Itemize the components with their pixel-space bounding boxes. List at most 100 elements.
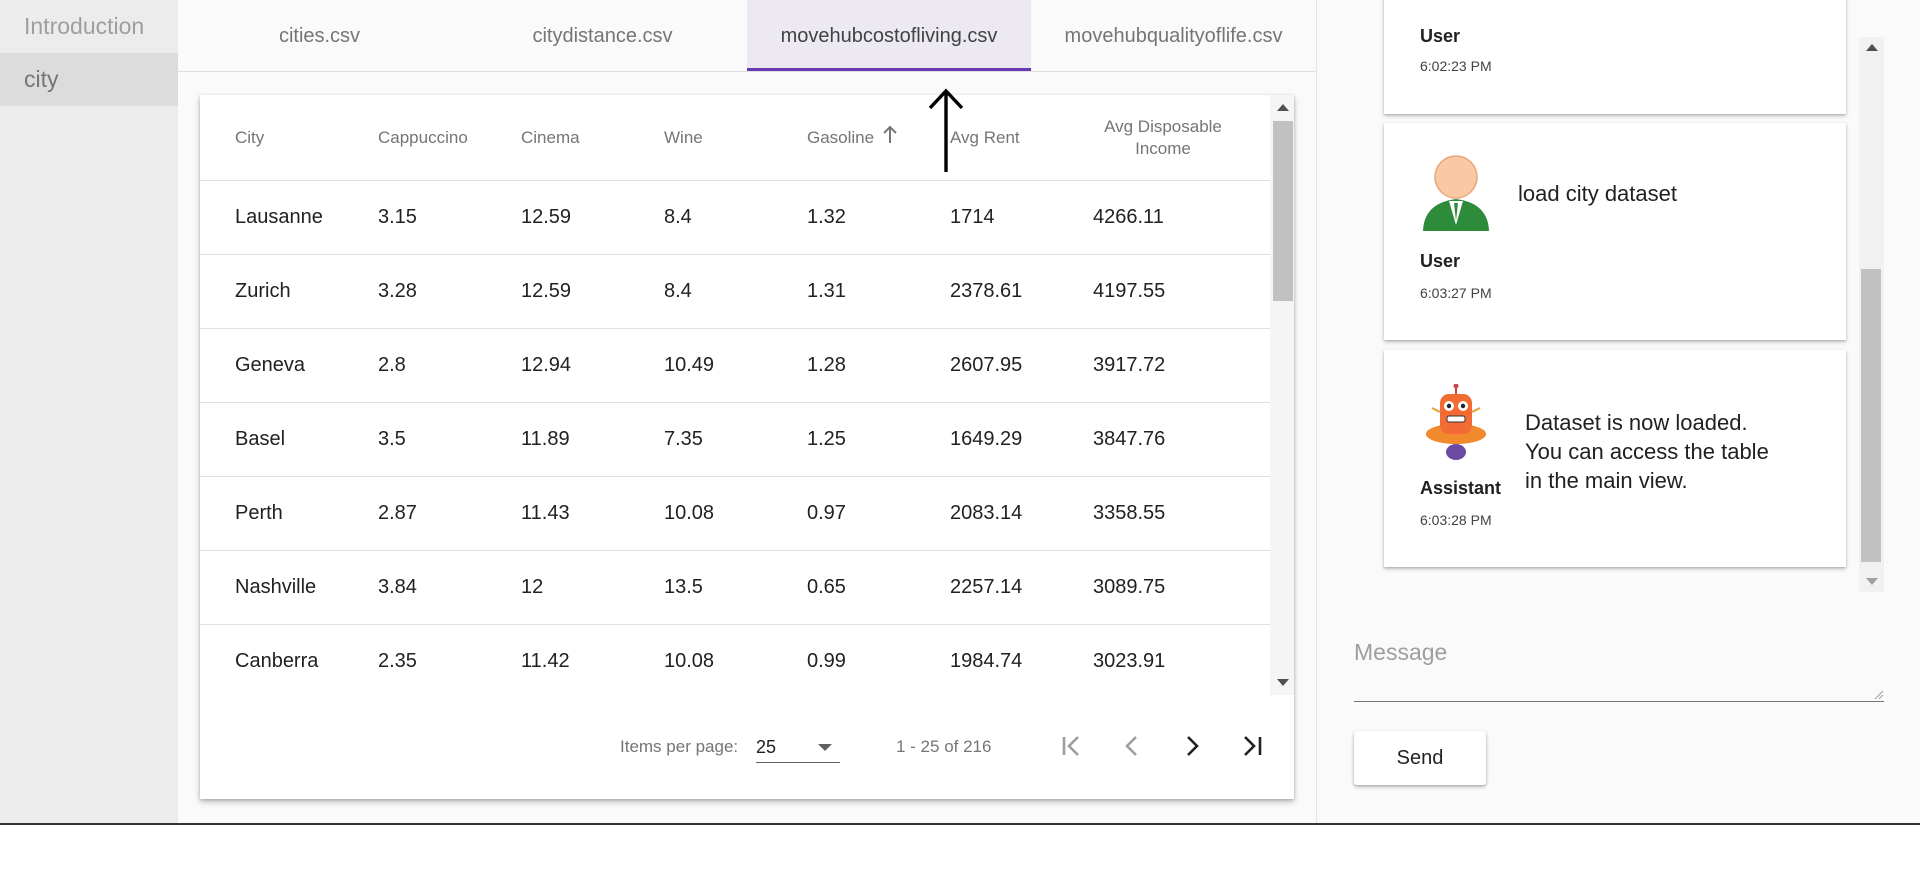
cell-wine: 10.08	[664, 650, 715, 672]
nav-item-introduction[interactable]: Introduction	[0, 0, 178, 53]
table-card: City Cappuccino Cinema Wine Gasoline Avg…	[200, 95, 1294, 799]
cell-gasoline: 0.99	[807, 650, 846, 672]
cell-gasoline: 0.65	[807, 576, 846, 598]
last-page-icon	[1244, 736, 1262, 756]
next-page-button[interactable]	[1172, 726, 1212, 766]
message-input[interactable]: Message	[1354, 625, 1884, 702]
send-button[interactable]: Send	[1354, 731, 1486, 785]
cell-cappuccino: 3.84	[378, 576, 417, 598]
cell-wine: 7.35	[664, 428, 703, 450]
message-role: User	[1420, 251, 1461, 271]
message-text-line: in the main view.	[1525, 468, 1688, 493]
resize-grip-icon[interactable]	[1874, 687, 1884, 700]
table-scroll-thumb[interactable]	[1273, 121, 1293, 301]
message-role: Assistant	[1420, 478, 1502, 498]
cell-wine: 8.4	[664, 206, 692, 228]
cell-cinema: 11.43	[521, 502, 570, 524]
items-per-page-label: Items per page:	[620, 737, 739, 756]
chevron-left-icon	[1125, 736, 1137, 756]
previous-page-button[interactable]	[1112, 726, 1152, 766]
cell-cinema: 12.94	[521, 354, 572, 376]
message-text: load city dataset	[1518, 181, 1677, 206]
chat-message-user: User 6:02:23 PM	[1384, 0, 1846, 114]
scroll-up-arrow-icon[interactable]	[1277, 104, 1289, 111]
cell-cinema: 12.59	[521, 280, 572, 302]
cell-wine: 10.08	[664, 502, 715, 524]
cell-cappuccino: 3.5	[378, 428, 406, 450]
cell-city: Lausanne	[235, 206, 323, 228]
cell-avg-disposable-income: 3089.75	[1093, 576, 1166, 598]
scroll-down-arrow-icon[interactable]	[1277, 679, 1289, 686]
cell-avg-disposable-income: 3358.55	[1093, 502, 1166, 524]
chat-scroll-thumb[interactable]	[1861, 269, 1881, 562]
column-header-wine[interactable]: Wine	[664, 95, 703, 181]
column-header-cappuccino[interactable]: Cappuccino	[378, 95, 468, 181]
table-vertical-scrollbar[interactable]	[1270, 95, 1294, 695]
cell-cinema: 12.59	[521, 206, 572, 228]
tab-citydistance[interactable]: citydistance.csv	[461, 0, 744, 71]
tab-movehubcostofliving[interactable]: movehubcostofliving.csv	[747, 0, 1031, 71]
window-bottom-border	[0, 823, 1920, 825]
message-text-line: Dataset is now loaded.	[1525, 410, 1748, 435]
message-role: User	[1420, 26, 1461, 46]
message-time: 6:03:27 PM	[1420, 285, 1492, 301]
table-row[interactable]: Nashville 3.84 12 13.5 0.65 2257.14 3089.75	[200, 551, 1270, 625]
scroll-up-arrow-icon[interactable]	[1866, 44, 1878, 51]
table-row[interactable]: Canberra 2.35 11.42 10.08 0.99 1984.74 3023.91	[200, 625, 1270, 695]
table-row[interactable]: Geneva 2.8 12.94 10.49 1.28 2607.95 3917.72	[200, 329, 1270, 403]
cell-gasoline: 1.25	[807, 428, 846, 450]
cell-cinema: 11.89	[521, 428, 570, 450]
dropdown-caret-icon	[818, 744, 832, 751]
cell-avg-rent: 2257.14	[950, 576, 1023, 598]
chat-vertical-scrollbar[interactable]	[1859, 37, 1884, 592]
column-header-city[interactable]: City	[235, 95, 264, 181]
column-header-gasoline[interactable]: Gasoline	[807, 95, 898, 181]
cell-gasoline: 1.32	[807, 206, 846, 228]
robot-avatar-icon	[1420, 383, 1492, 460]
nav-item-city[interactable]: city	[0, 53, 178, 106]
scroll-down-arrow-icon[interactable]	[1866, 578, 1878, 585]
cell-avg-disposable-income: 3847.76	[1093, 428, 1166, 450]
cell-city: Zurich	[235, 280, 291, 302]
tab-bar: cities.csv citydistance.csv movehubcosto…	[178, 0, 1316, 72]
table-row[interactable]: Zurich 3.28 12.59 8.4 1.31 2378.61 4197.55	[200, 255, 1270, 329]
cell-gasoline: 1.28	[807, 354, 846, 376]
cell-avg-rent: 1649.29	[950, 428, 1023, 450]
tab-movehubqualityoflife[interactable]: movehubqualityoflife.csv	[1031, 0, 1316, 71]
message-placeholder: Message	[1354, 639, 1448, 665]
user-avatar-icon	[1420, 155, 1492, 231]
table-header-row: City Cappuccino Cinema Wine Gasoline Avg…	[200, 95, 1270, 181]
cell-wine: 8.4	[664, 280, 692, 302]
chat-message-list: User 6:02:23 PM load city dataset User 6…	[1317, 0, 1920, 592]
cell-avg-disposable-income: 3917.72	[1093, 354, 1166, 376]
paginator: Items per page: 25 1 - 25 of 216	[200, 695, 1294, 799]
cell-cappuccino: 3.15	[378, 206, 417, 228]
tab-cities[interactable]: cities.csv	[178, 0, 461, 71]
message-time: 6:02:23 PM	[1420, 58, 1492, 74]
chat-message-user: load city dataset User 6:03:27 PM	[1384, 123, 1846, 340]
column-header-avg-disposable-income[interactable]: Avg Disposable Income	[1093, 95, 1233, 181]
main-view: cities.csv citydistance.csv movehubcosto…	[178, 0, 1316, 823]
chat-panel: User 6:02:23 PM load city dataset User 6…	[1316, 0, 1920, 823]
page-size-select[interactable]: 25	[756, 729, 840, 763]
cell-gasoline: 1.31	[807, 280, 846, 302]
first-page-icon	[1062, 736, 1079, 756]
message-time: 6:03:28 PM	[1420, 512, 1492, 528]
cell-cappuccino: 2.8	[378, 354, 406, 376]
table-row[interactable]: Perth 2.87 11.43 10.08 0.97 2083.14 3358.55	[200, 477, 1270, 551]
cell-city: Perth	[235, 502, 283, 524]
table-row[interactable]: Lausanne 3.15 12.59 8.4 1.32 1714 4266.11	[200, 181, 1270, 255]
column-header-cinema[interactable]: Cinema	[521, 95, 580, 181]
last-page-button[interactable]	[1232, 726, 1272, 766]
cell-gasoline: 0.97	[807, 502, 846, 524]
cell-city: Canberra	[235, 650, 319, 672]
message-text: Dataset is now loaded. You can access th…	[1525, 408, 1769, 495]
cell-city: Nashville	[235, 576, 317, 598]
chevron-right-icon	[1187, 736, 1199, 756]
first-page-button[interactable]	[1052, 726, 1092, 766]
table-row[interactable]: Basel 3.5 11.89 7.35 1.25 1649.29 3847.76	[200, 403, 1270, 477]
cell-avg-rent: 2378.61	[950, 280, 1023, 302]
cell-wine: 10.49	[664, 354, 715, 376]
cell-cappuccino: 2.35	[378, 650, 417, 672]
cell-avg-disposable-income: 4197.55	[1093, 280, 1166, 302]
